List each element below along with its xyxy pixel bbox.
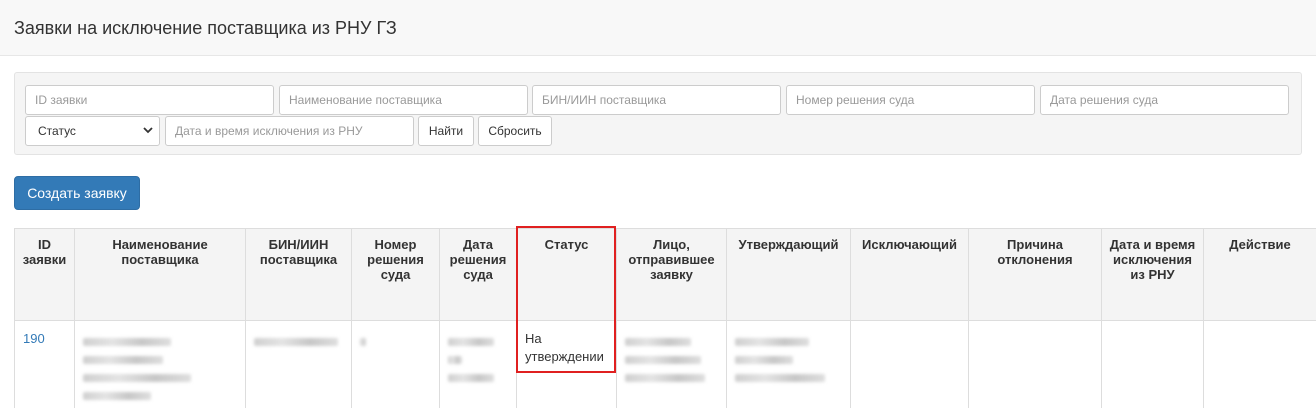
column-header-excluder[interactable]: Исключающий [850,228,969,321]
exclusion-datetime-input[interactable] [165,116,414,146]
redacted-text [448,374,494,382]
requests-table: ID заявки Наименование поставщика БИН/ИИ… [14,228,1316,408]
column-header-court-date[interactable]: Дата решения суда [439,228,517,321]
cell-bin-iin [245,320,352,408]
supplier-name-input[interactable] [279,85,528,115]
column-header-exclusion-datetime[interactable]: Дата и время исключения из РНУ [1101,228,1204,321]
cell-court-number [351,320,440,408]
column-header-id[interactable]: ID заявки [14,228,75,321]
column-header-court-number[interactable]: Номер решения суда [351,228,440,321]
redacted-text [735,356,793,364]
column-header-supplier-name[interactable]: Наименование поставщика [74,228,246,321]
create-request-button[interactable]: Создать заявку [14,176,140,210]
find-button[interactable]: Найти [418,116,474,146]
redacted-text [83,338,171,346]
cell-action [1203,320,1316,408]
column-header-approver[interactable]: Утверждающий [726,228,851,321]
redacted-text [360,338,366,346]
request-id-link[interactable]: 190 [23,331,45,346]
redacted-text [254,338,338,346]
status-select-value: Статус [38,124,76,138]
column-header-sender[interactable]: Лицо, отправившее заявку [616,228,727,321]
court-decision-date-input[interactable] [1040,85,1289,115]
reset-button[interactable]: Сбросить [478,116,552,146]
filter-panel: Статус Найти Сбросить [14,72,1302,155]
chevron-down-icon [143,127,153,134]
redacted-text [448,356,462,364]
cell-excluder [850,320,969,408]
cell-approver [726,320,851,408]
cell-supplier-name [74,320,246,408]
redacted-text [83,356,163,364]
redacted-text [735,338,809,346]
column-header-rejection-reason[interactable]: Причина отклонения [968,228,1102,321]
page-header: Заявки на исключение поставщика из РНУ Г… [0,0,1316,56]
request-id-input[interactable] [25,85,274,115]
cell-rejection-reason [968,320,1102,408]
redacted-text [448,338,494,346]
redacted-text [625,374,705,382]
column-header-action[interactable]: Действие [1203,228,1316,321]
redacted-text [83,392,151,400]
court-decision-number-input[interactable] [786,85,1035,115]
bin-iin-input[interactable] [532,85,781,115]
status-select[interactable]: Статус [25,116,160,146]
cell-exclusion-datetime [1101,320,1204,408]
table-header-row: ID заявки Наименование поставщика БИН/ИИ… [14,228,1316,321]
redacted-text [625,338,691,346]
table-row: 190 На утверждении [14,320,1316,408]
redacted-text [735,374,825,382]
cell-sender [616,320,727,408]
page-title: Заявки на исключение поставщика из РНУ Г… [14,18,397,38]
redacted-text [83,374,191,382]
column-header-status[interactable]: Статус [516,228,617,321]
redacted-text [625,356,701,364]
cell-id: 190 [14,320,75,408]
cell-status: На утверждении [516,320,617,408]
cell-court-date [439,320,517,408]
column-header-bin-iin[interactable]: БИН/ИИН поставщика [245,228,352,321]
